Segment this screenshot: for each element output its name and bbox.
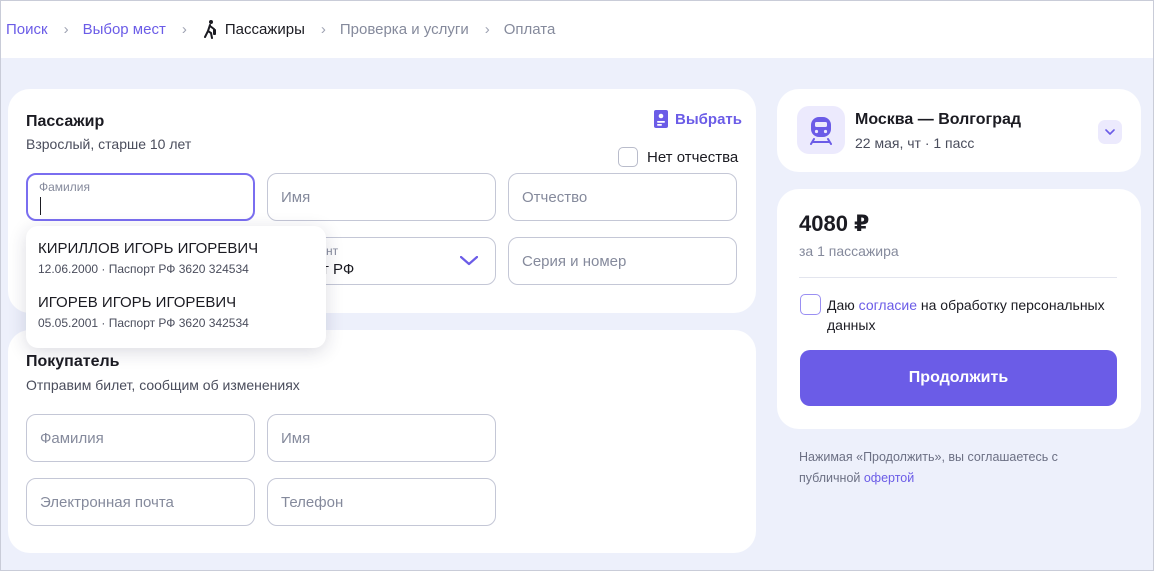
train-icon [797, 106, 845, 154]
no-patronymic-checkbox[interactable]: Нет отчества [618, 147, 738, 167]
chevron-down-icon[interactable] [460, 256, 478, 266]
name-field[interactable]: Имя [267, 173, 496, 221]
chevron-down-icon [1105, 129, 1115, 135]
breadcrumb-item-search[interactable]: Поиск [6, 21, 48, 38]
checkbox-box[interactable] [618, 147, 638, 167]
patronymic-placeholder: Отчество [522, 188, 588, 206]
email-placeholder: Электронная почта [40, 493, 174, 511]
passenger-subtitle: Взрослый, старше 10 лет [26, 136, 192, 152]
phone-placeholder: Телефон [281, 493, 344, 511]
disclaimer-text: Нажимая «Продолжить», вы соглашаетесь с … [799, 450, 1058, 485]
series-placeholder: Серия и номер [522, 252, 627, 270]
phone-field[interactable]: Телефон [267, 478, 496, 526]
suggestion-name[interactable]: КИРИЛЛОВ ИГОРЬ ИГОРЕВИЧ [38, 240, 314, 257]
chevron-right-icon: › [63, 20, 69, 38]
divider [799, 277, 1117, 278]
buyer-name-placeholder: Имя [281, 429, 311, 447]
no-patronymic-label: Нет отчества [647, 148, 739, 166]
buyer-name-field[interactable]: Имя [267, 414, 496, 462]
id-card-icon [654, 110, 668, 128]
surname-suggestions-dropdown: КИРИЛЛОВ ИГОРЬ ИГОРЕВИЧ 12.06.2000 · Пас… [26, 226, 326, 348]
price-note: за 1 пассажира [799, 243, 899, 259]
choose-passenger-button[interactable]: Выбрать [654, 110, 742, 128]
suggestion-meta: 12.06.2000 · Паспорт РФ 3620 324534 [38, 262, 249, 276]
breadcrumb-label: Оплата [503, 20, 556, 38]
surname-field[interactable]: Фамилия [26, 173, 255, 221]
breadcrumb-item-payment: Оплата [504, 21, 556, 38]
expand-trip-button[interactable] [1098, 120, 1122, 144]
buyer-subtitle: Отправим билет, сообщим об изменениях [26, 377, 300, 393]
consent-prefix: Даю [827, 297, 859, 313]
consent-link[interactable]: согласие [859, 297, 917, 313]
buyer-title: Покупатель [26, 353, 120, 370]
chevron-right-icon: › [484, 20, 490, 38]
suggestion-item[interactable]: ИГОРЕВ ИГОРЬ ИГОРЕВИЧ 05.05.2001 · Паспо… [38, 294, 314, 330]
breadcrumb-label: Проверка и услуги [339, 20, 469, 38]
document-label: нт [326, 244, 339, 258]
patronymic-field[interactable]: Отчество [508, 173, 737, 221]
chevron-right-icon: › [320, 20, 326, 38]
name-placeholder: Имя [281, 188, 311, 206]
passenger-title: Пассажир [26, 113, 105, 130]
offer-disclaimer: Нажимая «Продолжить», вы соглашаетесь с … [799, 447, 1099, 489]
choose-passenger-label[interactable]: Выбрать [675, 111, 742, 128]
chevron-right-icon: › [181, 20, 187, 38]
offer-link[interactable]: офертой [864, 471, 914, 485]
breadcrumb-label[interactable]: Поиск [6, 21, 48, 38]
continue-button[interactable]: Продолжить [800, 350, 1117, 406]
breadcrumb-item-passengers: Пассажиры [201, 19, 305, 39]
buyer-surname-placeholder: Фамилия [40, 429, 104, 447]
surname-label: Фамилия [39, 180, 90, 194]
breadcrumb-label: Пассажиры [224, 20, 305, 38]
text-caret [40, 197, 41, 215]
email-field[interactable]: Электронная почта [26, 478, 255, 526]
breadcrumb-label[interactable]: Выбор мест [83, 21, 166, 38]
breadcrumb-item-seats[interactable]: Выбор мест [83, 21, 166, 38]
breadcrumb-item-review: Проверка и услуги [340, 21, 469, 38]
buyer-surname-field[interactable]: Фамилия [26, 414, 255, 462]
trip-route: Москва — Волгоград [855, 111, 1022, 128]
consent-text: Даю согласие на обработку персональных д… [827, 295, 1117, 335]
series-number-field[interactable]: Серия и номер [508, 237, 737, 285]
suggestion-meta: 05.05.2001 · Паспорт РФ 3620 342534 [38, 316, 249, 330]
suggestion-item[interactable]: КИРИЛЛОВ ИГОРЬ ИГОРЕВИЧ 12.06.2000 · Пас… [38, 240, 314, 276]
trip-card: Москва — Волгоград 22 мая, чт · 1 пасс [777, 89, 1141, 172]
consent-checkbox[interactable] [800, 294, 821, 315]
suggestion-name[interactable]: ИГОРЕВ ИГОРЬ ИГОРЕВИЧ [38, 294, 314, 311]
total-price: 4080 ₽ [799, 211, 870, 236]
trip-details: 22 мая, чт · 1 пасс [855, 135, 975, 151]
breadcrumb: Поиск › Выбор мест › Пассажиры › Проверк… [0, 0, 1154, 58]
traveler-icon [203, 20, 216, 39]
